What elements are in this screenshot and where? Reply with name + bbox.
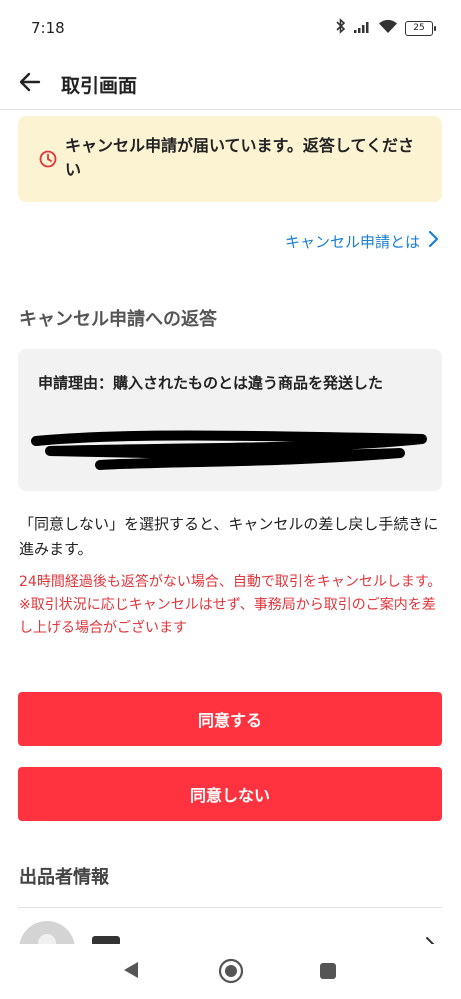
app-bar: 取引画面 xyxy=(0,58,461,110)
divider xyxy=(18,907,442,908)
seller-section-title: 出品者情報 xyxy=(19,867,109,888)
cancel-help-link[interactable]: キャンセル申請とは xyxy=(285,230,439,252)
nav-back-icon[interactable] xyxy=(122,960,140,984)
nav-home-icon[interactable] xyxy=(218,958,244,988)
disagree-note: 「同意しない」を選択すると、キャンセルの差し戻し手続きに進みます。 xyxy=(19,515,439,558)
wifi-icon xyxy=(378,19,398,38)
battery-icon: 25 xyxy=(405,20,436,36)
help-link-label: キャンセル申請とは xyxy=(284,232,420,251)
arrow-left-icon xyxy=(19,72,41,96)
page-title: 取引画面 xyxy=(61,75,138,97)
bluetooth-icon xyxy=(335,18,346,38)
status-icons: 25 xyxy=(335,18,436,38)
cancel-request-alert: キャンセル申請が届いています。返答してください xyxy=(18,116,442,202)
clock-icon xyxy=(39,150,57,172)
reason-box: 申請理由：購入されたものとは違う商品を発送した xyxy=(18,349,442,491)
back-button[interactable] xyxy=(12,66,48,102)
status-time: 7:18 xyxy=(31,19,65,37)
alert-text: キャンセル申請が届いています。返答してください xyxy=(65,136,414,179)
nav-recents-icon[interactable] xyxy=(320,963,336,979)
status-bar: 7:18 25 xyxy=(0,0,461,58)
disagree-button[interactable]: 同意しない xyxy=(18,767,442,821)
response-section-title: キャンセル申請への返答 xyxy=(19,309,217,330)
reason-text: 申請理由：購入されたものとは違う商品を発送した xyxy=(38,374,384,392)
warning-line-2: ※取引状況に応じキャンセルはせず、事務局から取引のご案内を差し上げる場合がござい… xyxy=(19,597,436,636)
redaction-scribble xyxy=(30,427,430,477)
chevron-right-icon xyxy=(428,230,439,252)
auto-cancel-warning: 24時間経過後も返答がない場合、自動で取引をキャンセルします。 ※取引状況に応じ… xyxy=(19,571,447,640)
system-nav-bar xyxy=(0,944,461,999)
signal-icon xyxy=(353,19,371,38)
agree-button[interactable]: 同意する xyxy=(18,692,442,746)
warning-line-1: 24時間経過後も返答がない場合、自動で取引をキャンセルします。 xyxy=(19,574,442,590)
